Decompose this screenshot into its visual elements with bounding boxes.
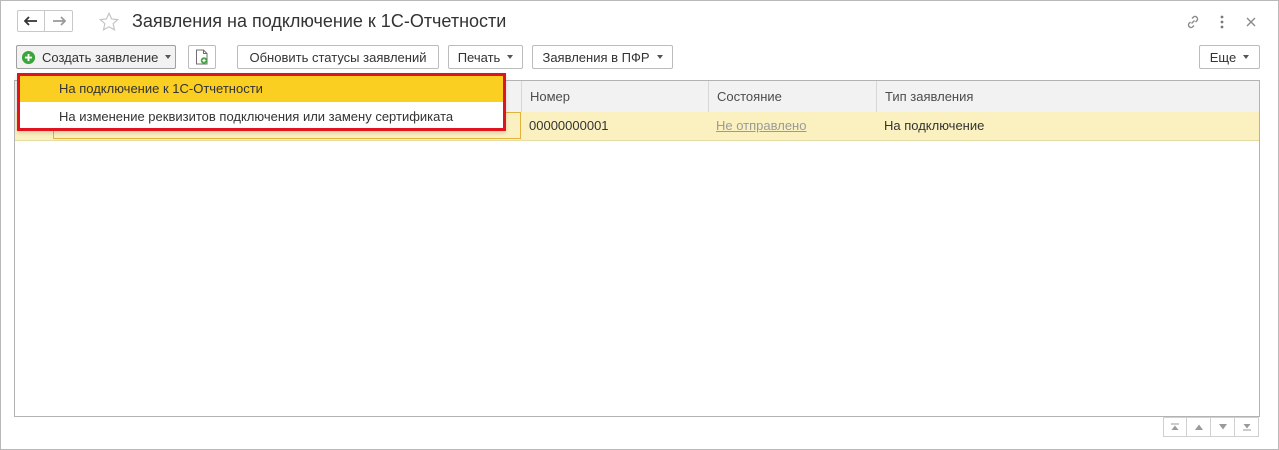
first-page-icon — [1171, 423, 1179, 430]
table-pager — [1163, 417, 1259, 437]
close-button[interactable] — [1241, 12, 1261, 32]
chevron-down-icon — [1243, 55, 1250, 59]
document-add-button[interactable] — [188, 45, 216, 69]
plus-circle-icon — [21, 50, 36, 64]
cell-number: 00000000001 — [529, 118, 609, 133]
menu-item-change-requisites[interactable]: На изменение реквизитов подключения или … — [20, 104, 503, 130]
cell-state-wrap: Не отправлено — [708, 112, 806, 140]
link-button[interactable] — [1183, 12, 1203, 32]
close-icon — [1246, 17, 1256, 27]
chevron-down-icon — [656, 55, 663, 59]
page-down-icon — [1218, 424, 1227, 430]
more-button[interactable]: Еще — [1199, 45, 1260, 69]
print-label: Печать — [457, 49, 501, 65]
column-header-number[interactable]: Номер — [521, 81, 708, 112]
pfr-applications-button[interactable]: Заявления в ПФР — [532, 45, 673, 69]
column-header-type[interactable]: Тип заявления — [876, 81, 1259, 112]
page-title: Заявления на подключение к 1С-Отчетности — [132, 11, 507, 31]
refresh-statuses-label: Обновить статусы заявлений — [249, 49, 427, 65]
link-icon — [1187, 15, 1199, 29]
chevron-down-icon — [507, 55, 514, 59]
pfr-applications-label: Заявления в ПФР — [542, 49, 650, 65]
window: Заявления на подключение к 1С-Отчетности… — [0, 0, 1279, 450]
back-button[interactable] — [17, 10, 45, 32]
page-up-button[interactable] — [1187, 417, 1211, 437]
menu-item-connection[interactable]: На подключение к 1С-Отчетности — [20, 76, 503, 102]
page-down-button[interactable] — [1211, 417, 1235, 437]
more-label: Еще — [1209, 49, 1237, 65]
refresh-statuses-button[interactable]: Обновить статусы заявлений — [237, 45, 439, 69]
document-add-icon — [196, 49, 208, 65]
arrow-right-icon — [52, 16, 66, 26]
more-vertical-button[interactable] — [1212, 12, 1232, 32]
create-application-button[interactable]: Создать заявление — [16, 45, 176, 69]
arrow-left-icon — [24, 16, 37, 26]
first-page-button[interactable] — [1163, 417, 1187, 437]
last-page-button[interactable] — [1235, 417, 1259, 437]
chevron-down-icon — [165, 55, 172, 59]
last-page-icon — [1242, 424, 1251, 431]
create-application-label: Создать заявление — [42, 49, 159, 65]
page-up-icon — [1194, 424, 1203, 430]
create-application-menu: На подключение к 1С-Отчетности На измене… — [17, 73, 506, 131]
forward-button[interactable] — [45, 10, 73, 32]
star-icon — [98, 11, 120, 31]
favorite-button[interactable] — [97, 10, 121, 34]
column-header-state[interactable]: Состояние — [708, 81, 876, 112]
print-button[interactable]: Печать — [448, 45, 523, 69]
state-link[interactable]: Не отправлено — [716, 118, 806, 133]
more-vertical-icon — [1220, 15, 1224, 29]
cell-type: На подключение — [884, 118, 985, 133]
